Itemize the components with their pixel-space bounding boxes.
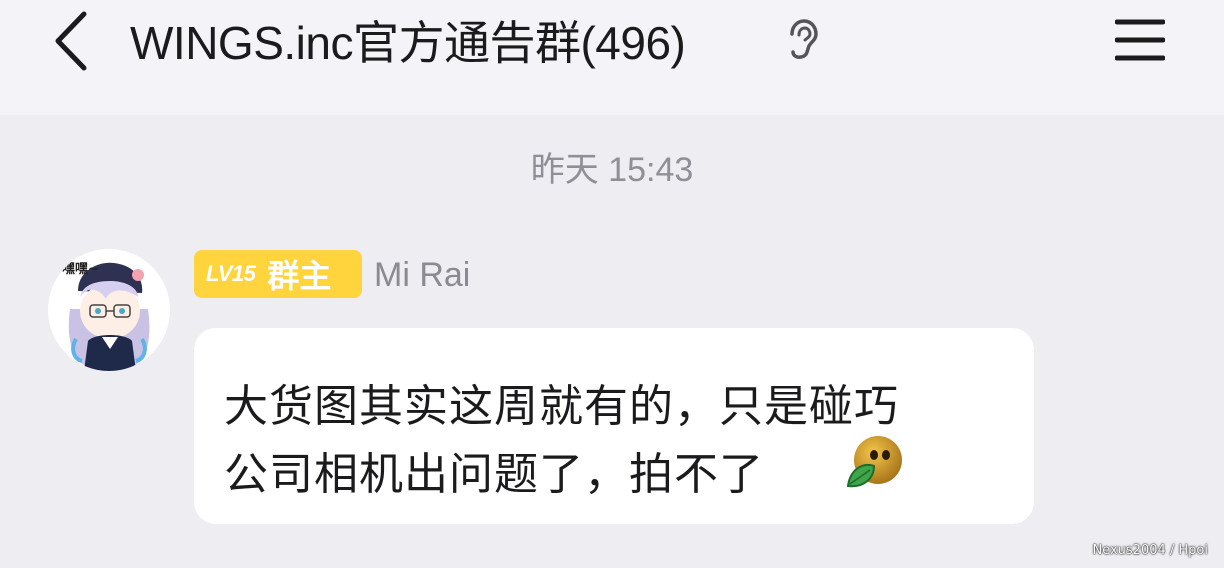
face-covering-mouth-leaf-emoji	[846, 436, 902, 488]
avatar-caption: 嘿嘿~	[62, 262, 99, 277]
chat-header: WINGS.inc官方通告群(496)	[0, 0, 1224, 115]
menu-icon	[1115, 19, 1165, 61]
level-badge-label: LV15	[206, 261, 256, 286]
sender-name[interactable]: Mi Rai	[374, 252, 470, 298]
message-text-line-1: 大货图其实这周就有的，只是碰巧	[224, 382, 899, 431]
message-text-line-2: 公司相机出问题了，拍不了	[224, 450, 764, 499]
message-timestamp: 昨天 15:43	[530, 151, 694, 189]
ear-icon[interactable]	[783, 18, 819, 60]
message-bubble[interactable]: 大货图其实这周就有的，只是碰巧 公司相机出问题了，拍不了	[194, 328, 1034, 524]
menu-button[interactable]	[1110, 12, 1170, 68]
watermark: Nexus2004 / Hpoi	[1092, 543, 1208, 558]
anime-character-avatar-image: 嘿嘿~	[48, 249, 170, 371]
back-arrow-icon	[55, 11, 87, 71]
group-title: WINGS.inc官方通告群(496)	[130, 17, 686, 69]
avatar[interactable]: 嘿嘿~	[48, 249, 170, 371]
back-button[interactable]	[40, 8, 100, 74]
role-badge-label: 群主	[267, 258, 332, 294]
member-badge: LV15 群主	[194, 250, 362, 298]
